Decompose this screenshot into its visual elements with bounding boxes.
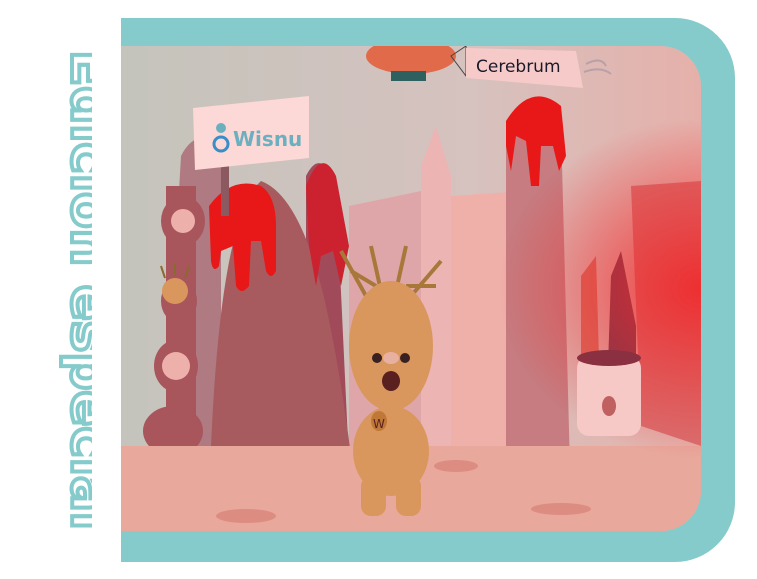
- special-edition-title: Edición especial: [57, 48, 92, 532]
- svg-text:Cerebrum: Cerebrum: [476, 57, 561, 77]
- barrel: [577, 350, 641, 436]
- w-emblem: W: [373, 417, 385, 431]
- illustration-scene: Cerebrum Wisnu W: [121, 46, 701, 531]
- svg-text:Edición especial: Edición especial: [59, 50, 92, 530]
- svg-text:Wisnu: Wisnu: [233, 127, 302, 151]
